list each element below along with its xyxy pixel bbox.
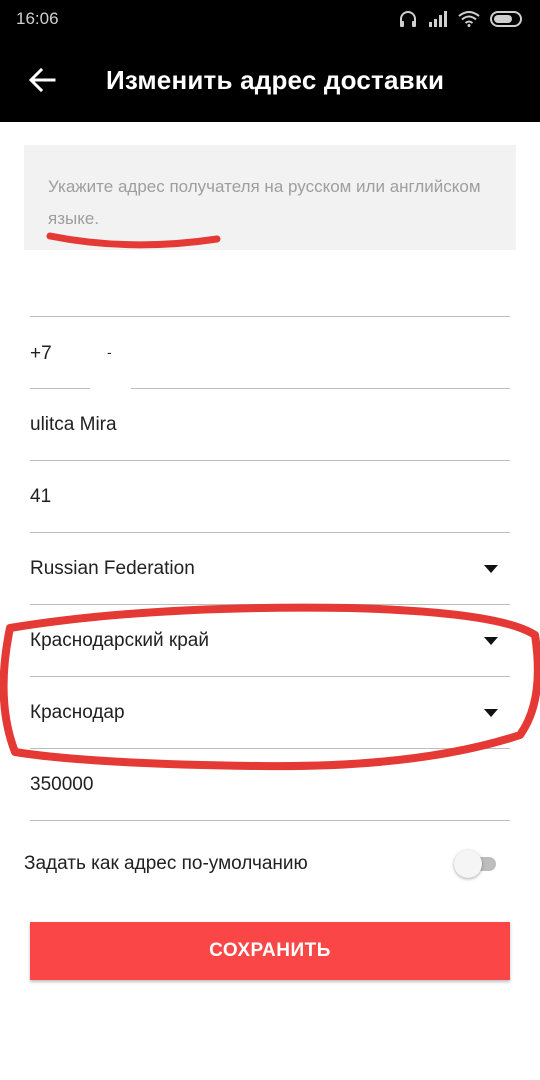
default-address-toggle[interactable] [454,849,500,879]
country-select[interactable]: Russian Federation [30,533,510,605]
page-title: Изменить адрес доставки [106,64,445,95]
phone-number-value: - [107,344,112,360]
app-bar: Изменить адрес доставки [0,38,540,122]
status-time: 16:06 [16,9,59,28]
headphones-icon [400,11,416,27]
phone-code-field[interactable]: +7 [30,320,90,389]
recipient-name-field[interactable] [30,245,510,317]
wifi-icon [458,11,480,27]
region-select[interactable]: Краснодарский край [30,605,510,677]
signal-icon [429,11,447,27]
address-hint: Укажите адрес получателя на русском или … [24,145,516,250]
house-value: 41 [30,485,52,507]
region-value: Краснодарский край [30,629,209,651]
street-field[interactable]: ulitca Mira [30,389,510,461]
phone-row: +7 - [30,320,510,389]
dropdown-arrow-icon [484,708,498,717]
battery-icon [490,11,522,27]
default-address-row: Задать как адрес по-умолчанию [24,838,504,890]
save-button[interactable]: СОХРАНИТЬ [30,922,510,980]
phone-code-value: +7 [30,343,52,364]
country-value: Russian Federation [30,557,195,579]
toggle-thumb [454,850,482,878]
back-button[interactable] [12,50,72,110]
dropdown-arrow-icon [484,636,498,645]
street-value: ulitca Mira [30,413,117,435]
dropdown-arrow-icon [484,564,498,573]
city-value: Краснодар [30,701,125,723]
arrow-back-icon [28,67,56,93]
phone-number-field[interactable]: - [107,320,510,389]
postal-code-value: 350000 [30,773,94,795]
postal-code-field[interactable]: 350000 [30,749,510,821]
house-field[interactable]: 41 [30,461,510,533]
default-address-label: Задать как адрес по-умолчанию [24,853,308,874]
city-select[interactable]: Краснодар [30,677,510,749]
status-bar: 16:06 [0,0,540,38]
status-icons [398,10,524,28]
